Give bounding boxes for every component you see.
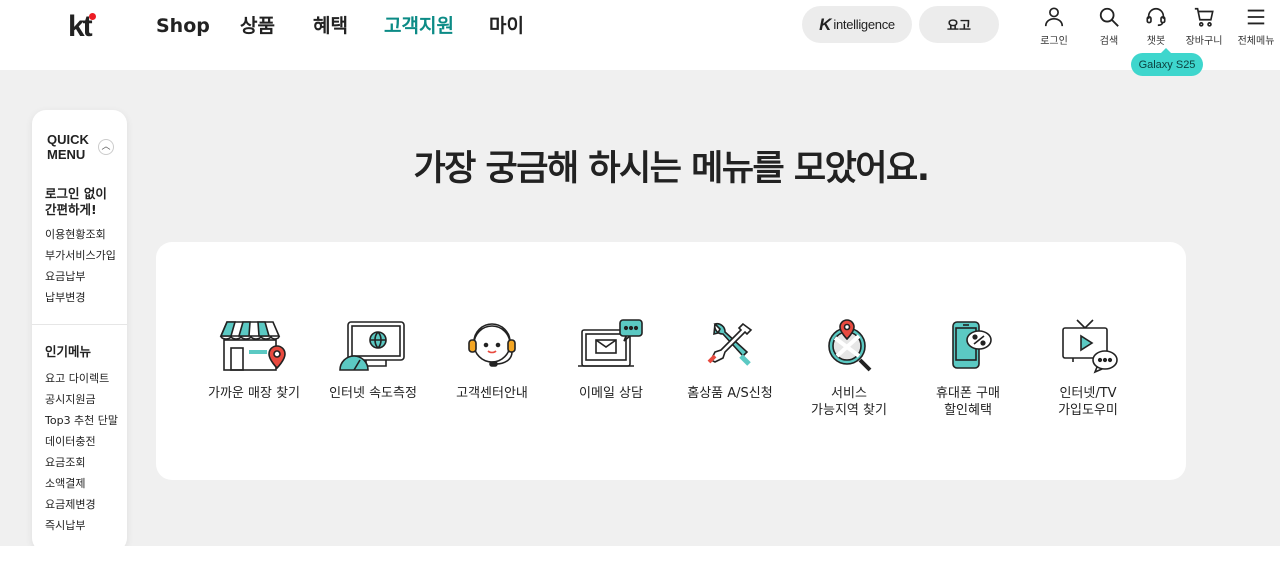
tools-icon <box>707 322 753 366</box>
search-label: 검색 <box>1099 36 1119 47</box>
footer-edge <box>0 546 1280 564</box>
k-intelligence-button[interactable]: K intelligence <box>802 6 912 43</box>
speed-test-label: 인터넷 속도측정 <box>329 386 417 401</box>
quick-item-addon-service[interactable]: 부가서비스가입 <box>45 245 116 266</box>
nav-my[interactable]: 마이 <box>489 12 539 40</box>
login-label: 로그인 <box>1040 36 1068 47</box>
quick-title-line2: MENU <box>47 147 86 162</box>
all-menu-button[interactable]: 전체메뉴 <box>1236 6 1276 47</box>
quick-item-data-recharge[interactable]: 데이터충전 <box>45 431 118 452</box>
quick-divider <box>32 324 127 325</box>
chevron-up-icon[interactable]: ︿ <box>98 139 114 155</box>
main-nav: Shop 상품 혜택 고객지원 마이 <box>156 12 539 40</box>
login-button[interactable]: 로그인 <box>1034 6 1074 47</box>
tv-chat-icon <box>1062 319 1118 374</box>
quick-item-bill-payment[interactable]: 요금납부 <box>45 266 116 287</box>
nav-customer-support[interactable]: 고객지원 <box>384 12 489 40</box>
quick-section-popular-title: 인기메뉴 <box>45 344 92 359</box>
menu-item-service-area[interactable]: 서비스 가능지역 찾기 <box>789 318 909 419</box>
k-mark: K <box>819 14 832 34</box>
search-button[interactable]: 검색 <box>1089 6 1129 47</box>
menu-item-home-as[interactable]: 홈상품 A/S신청 <box>670 318 790 402</box>
quick-item-usage-status[interactable]: 이용현황조회 <box>45 224 116 245</box>
page-headline: 가장 궁금해 하시는 메뉴를 모았어요. <box>413 149 930 189</box>
person-icon <box>1044 7 1064 27</box>
quick-title-line1: QUICK <box>47 132 89 147</box>
store-finder-label: 가까운 매장 찾기 <box>208 386 300 401</box>
header: kt Shop 상품 혜택 고객지원 마이 K intelligence 요고 … <box>0 0 1280 70</box>
all-menu-label: 전체메뉴 <box>1237 36 1275 47</box>
kt-logo-text: kt <box>68 10 93 43</box>
kt-logo[interactable]: kt <box>68 10 108 43</box>
chatbot-button[interactable]: 챗봇 <box>1136 6 1176 47</box>
quick-item-subsidy[interactable]: 공시지원금 <box>45 389 118 410</box>
email-consult-label: 이메일 상담 <box>579 386 643 401</box>
cart-icon <box>1194 7 1214 27</box>
quick-menu-title: QUICK MENU <box>47 132 89 162</box>
cart-label: 장바구니 <box>1185 36 1223 47</box>
menu-item-tv-helper[interactable]: 인터넷/TV 가입도우미 <box>1028 318 1148 419</box>
quick-section-no-login-title: 로그인 없이 간편하게! <box>45 186 107 217</box>
quick-item-top3-devices[interactable]: Top3 추천 단말 <box>45 410 118 431</box>
menu-item-speed-test[interactable]: 인터넷 속도측정 <box>313 318 433 402</box>
service-area-label: 서비스 가능지역 찾기 <box>811 386 887 418</box>
menu-item-email-consult[interactable]: 이메일 상담 <box>551 318 671 402</box>
quick-item-yogo-direct[interactable]: 요고 다이렉트 <box>45 368 118 389</box>
k-text: intelligence <box>833 17 895 32</box>
nav-products[interactable]: 상품 <box>240 12 313 40</box>
nav-benefits[interactable]: 혜택 <box>313 12 384 40</box>
menu-icon <box>1247 9 1265 25</box>
quick-section-no-login-list: 이용현황조회 부가서비스가입 요금납부 납부변경 <box>45 224 116 308</box>
quick-item-micropayment[interactable]: 소액결제 <box>45 473 118 494</box>
yogo-button[interactable]: 요고 <box>919 6 999 43</box>
email-chat-icon <box>578 319 643 367</box>
quick-menu: QUICK MENU ︿ 로그인 없이 간편하게! 이용현황조회 부가서비스가입… <box>32 110 127 552</box>
tv-helper-label: 인터넷/TV 가입도우미 <box>1058 386 1118 418</box>
menu-item-phone-discount[interactable]: 휴대폰 구매 할인혜택 <box>908 318 1028 419</box>
popular-menu-card: 가까운 매장 찾기 인터넷 속도측정 고객센터안내 이메일 상담 홈상품 A/S… <box>156 242 1186 480</box>
quick-item-instant-payment[interactable]: 즉시납부 <box>45 515 118 536</box>
map-search-icon <box>828 319 872 372</box>
phone-discount-icon <box>952 321 992 369</box>
quick-section-popular-list: 요고 다이렉트 공시지원금 Top3 추천 단말 데이터충전 요금조회 소액결제… <box>45 368 118 536</box>
chatbot-label: 챗봇 <box>1146 36 1166 47</box>
headset-icon <box>1146 7 1166 27</box>
quick-item-bill-inquiry[interactable]: 요금조회 <box>45 452 118 473</box>
galaxy-s25-tooltip[interactable]: Galaxy S25 <box>1131 48 1203 76</box>
logo-dot <box>89 13 96 20</box>
home-as-label: 홈상품 A/S신청 <box>687 386 773 401</box>
search-icon <box>1099 7 1119 27</box>
cart-button[interactable]: 장바구니 <box>1184 6 1224 47</box>
headset-agent-icon <box>468 323 516 367</box>
quick-item-payment-change[interactable]: 납부변경 <box>45 287 116 308</box>
store-location-icon <box>219 321 286 371</box>
menu-item-store-finder[interactable]: 가까운 매장 찾기 <box>194 318 314 402</box>
speed-test-icon <box>339 321 405 371</box>
phone-discount-label: 휴대폰 구매 할인혜택 <box>936 386 1000 418</box>
menu-item-customer-center[interactable]: 고객센터안내 <box>432 318 552 402</box>
quick-item-plan-change[interactable]: 요금제변경 <box>45 494 118 515</box>
customer-center-label: 고객센터안내 <box>456 386 528 401</box>
nav-shop[interactable]: Shop <box>156 12 240 40</box>
